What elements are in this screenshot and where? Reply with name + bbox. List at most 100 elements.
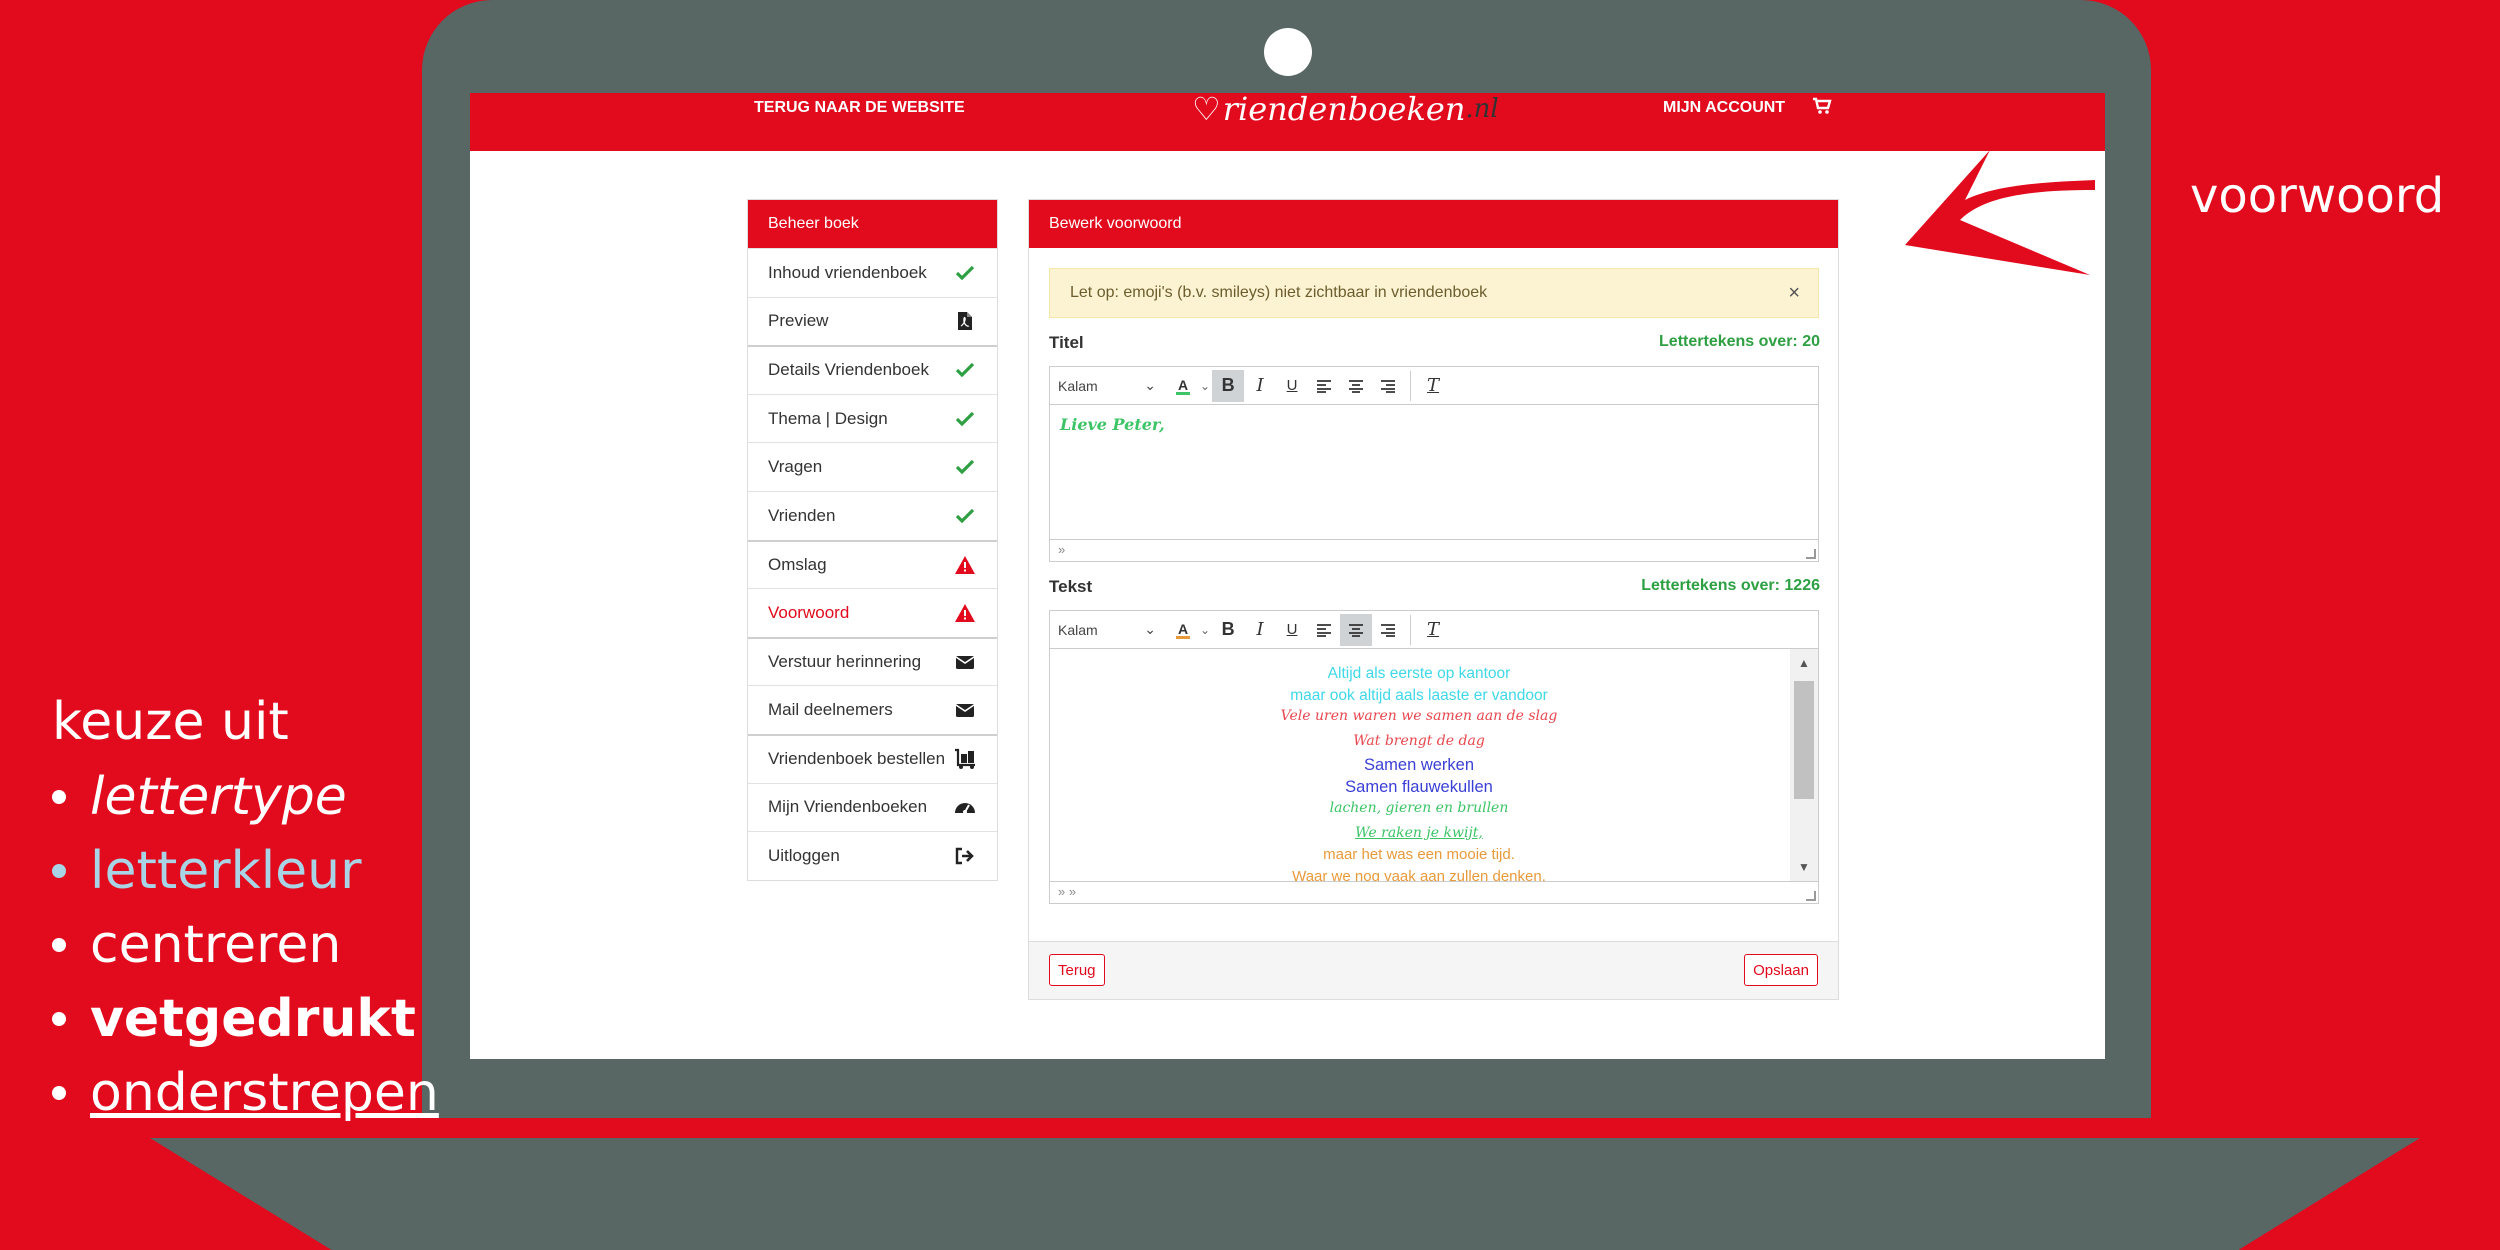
luggage-cart-icon	[953, 747, 977, 771]
font-color-button[interactable]: A	[1168, 614, 1200, 646]
close-icon[interactable]: ×	[1788, 269, 1800, 317]
italic-icon[interactable]: I	[1244, 370, 1276, 402]
sidebar-item-verstuur-herinnering[interactable]: Verstuur herinnering	[748, 636, 997, 686]
sidebar-item-preview[interactable]: Preview	[748, 296, 997, 346]
sidebar-item-label: Omslag	[768, 554, 827, 574]
annotation-voorwoord: voorwoord	[2190, 168, 2445, 224]
back-button[interactable]: Terug	[1049, 954, 1105, 986]
check-icon	[953, 407, 977, 431]
pdf-file-icon	[953, 309, 977, 333]
chevron-down-icon: ⌄	[1144, 377, 1156, 393]
sidebar-item-thema[interactable]: Thema | Design	[748, 393, 997, 443]
text-scrollbar[interactable]: ▲ ▼	[1790, 649, 1818, 881]
align-right-icon[interactable]	[1372, 614, 1404, 646]
logo-text: riendenboeken	[1222, 93, 1466, 128]
title-editor-status: »	[1050, 539, 1818, 561]
list-heading: keuze uit	[52, 692, 289, 752]
sidebar-item-label: Vragen	[768, 457, 823, 477]
sidebar-item-label: Inhoud vriendenboek	[768, 262, 927, 282]
text-toolbar: Kalam ⌄ A ⌄ B I U T	[1050, 611, 1818, 649]
font-family-select[interactable]: Kalam ⌄	[1058, 621, 1168, 638]
my-account-link[interactable]: MIJN ACCOUNT	[1663, 93, 1785, 123]
sidebar-item-uitloggen[interactable]: Uitloggen	[748, 831, 997, 880]
warning-icon	[953, 553, 977, 577]
chevron-down-icon[interactable]: ⌄	[1200, 379, 1210, 393]
manage-book-sidebar: Beheer boek Inhoud vriendenboek Preview …	[747, 199, 998, 881]
clear-formatting-icon[interactable]: T	[1417, 614, 1449, 646]
sidebar-item-mijn-vriendenboeken[interactable]: Mijn Vriendenboeken	[748, 782, 997, 832]
sign-out-icon	[953, 844, 977, 868]
svg-text:A: A	[1178, 621, 1188, 637]
align-right-icon[interactable]	[1372, 370, 1404, 402]
panel-footer: Terug Opslaan	[1029, 941, 1838, 999]
poem-line: maar ook altijd aals laaste er vandoor	[1290, 686, 1548, 704]
check-icon	[953, 358, 977, 382]
underline-icon[interactable]: U	[1276, 370, 1308, 402]
list-item: letterkleur	[52, 834, 439, 908]
font-color-button[interactable]: A	[1168, 370, 1200, 402]
scroll-down-icon[interactable]: ▼	[1790, 857, 1818, 877]
sidebar-item-inhoud[interactable]: Inhoud vriendenboek	[748, 248, 997, 297]
envelope-icon	[953, 650, 977, 674]
edit-foreword-panel: Bewerk voorwoord Let op: emoji's (b.v. s…	[1028, 199, 1839, 1000]
back-to-website-link[interactable]: TERUG NAAR DE WEBSITE	[754, 93, 965, 123]
sidebar-item-vrienden[interactable]: Vrienden	[748, 490, 997, 540]
poem-line: Waar we nog vaak aan zullen denken.	[1292, 867, 1546, 882]
align-center-icon[interactable]	[1340, 613, 1373, 646]
save-button[interactable]: Opslaan	[1744, 954, 1818, 986]
check-icon	[953, 261, 977, 285]
title-content[interactable]: Lieve Peter,	[1050, 405, 1818, 539]
list-item: onderstrepen	[52, 1056, 439, 1130]
clear-formatting-icon[interactable]: T	[1417, 370, 1449, 402]
sidebar-item-label: Uitloggen	[768, 845, 840, 865]
panel-header: Bewerk voorwoord	[1029, 200, 1838, 248]
emoji-warning-alert: Let op: emoji's (b.v. smileys) niet zich…	[1049, 268, 1819, 318]
sidebar-item-label: Details Vriendenboek	[768, 360, 929, 380]
text-content[interactable]: Altijd als eerste op kantoor maar ook al…	[1050, 649, 1818, 881]
sidebar-item-label: Voorwoord	[768, 602, 850, 622]
poem-line: lachen, gieren en brullen	[1329, 800, 1509, 816]
list-item: centreren	[52, 908, 439, 982]
poem-line: We raken je kwijt,	[1355, 824, 1483, 841]
italic-icon[interactable]: I	[1244, 614, 1276, 646]
logo-suffix: .nl	[1465, 94, 1499, 124]
shopping-cart-icon[interactable]	[1812, 97, 1832, 120]
sidebar-item-label: Preview	[768, 311, 829, 331]
poem-line: Altijd als eerste op kantoor	[1327, 665, 1511, 682]
sidebar-header: Beheer boek	[748, 200, 997, 248]
sidebar-item-bestellen[interactable]: Vriendenboek bestellen	[748, 733, 997, 783]
annotation-feature-list: keuze uit lettertype letterkleur centrer…	[52, 684, 439, 1130]
envelope-icon	[953, 698, 977, 722]
sidebar-item-vragen[interactable]: Vragen	[748, 442, 997, 491]
sidebar-item-omslag[interactable]: Omslag	[748, 539, 997, 589]
text-label: Tekst	[1049, 577, 1093, 596]
warning-icon	[953, 601, 977, 625]
scroll-up-icon[interactable]: ▲	[1790, 653, 1818, 673]
dashboard-icon	[953, 795, 977, 819]
sidebar-item-voorwoord[interactable]: Voorwoord	[748, 588, 997, 637]
bold-icon[interactable]: B	[1212, 369, 1245, 402]
sidebar-item-mail-deelnemers[interactable]: Mail deelnemers	[748, 685, 997, 734]
check-icon	[953, 455, 977, 479]
sidebar-item-details[interactable]: Details Vriendenboek	[748, 345, 997, 394]
laptop-base	[150, 1138, 2420, 1250]
toolbar-divider	[1410, 614, 1412, 645]
toolbar-divider	[1410, 370, 1412, 401]
poem-line: Wat brengt de dag	[1353, 732, 1485, 749]
list-item: lettertype	[52, 760, 439, 834]
heart-logo-icon: ♡	[1192, 93, 1221, 128]
scrollbar-thumb[interactable]	[1794, 681, 1814, 799]
bold-icon[interactable]: B	[1212, 614, 1244, 646]
font-family-select[interactable]: Kalam ⌄	[1058, 377, 1168, 394]
app-screen: TERUG NAAR DE WEBSITE ♡ riendenboeken .n…	[470, 93, 2105, 1059]
site-logo[interactable]: ♡ riendenboeken .nl	[1192, 93, 1499, 129]
align-left-icon[interactable]	[1308, 614, 1340, 646]
font-select-value: Kalam	[1058, 621, 1098, 638]
sidebar-item-label: Vrienden	[768, 505, 836, 525]
align-left-icon[interactable]	[1308, 370, 1340, 402]
align-center-icon[interactable]	[1340, 370, 1372, 402]
underline-icon[interactable]: U	[1276, 614, 1308, 646]
chevron-down-icon[interactable]: ⌄	[1200, 623, 1210, 637]
font-select-value: Kalam	[1058, 377, 1098, 394]
poem-line: maar het was een mooie tijd.	[1323, 846, 1515, 863]
